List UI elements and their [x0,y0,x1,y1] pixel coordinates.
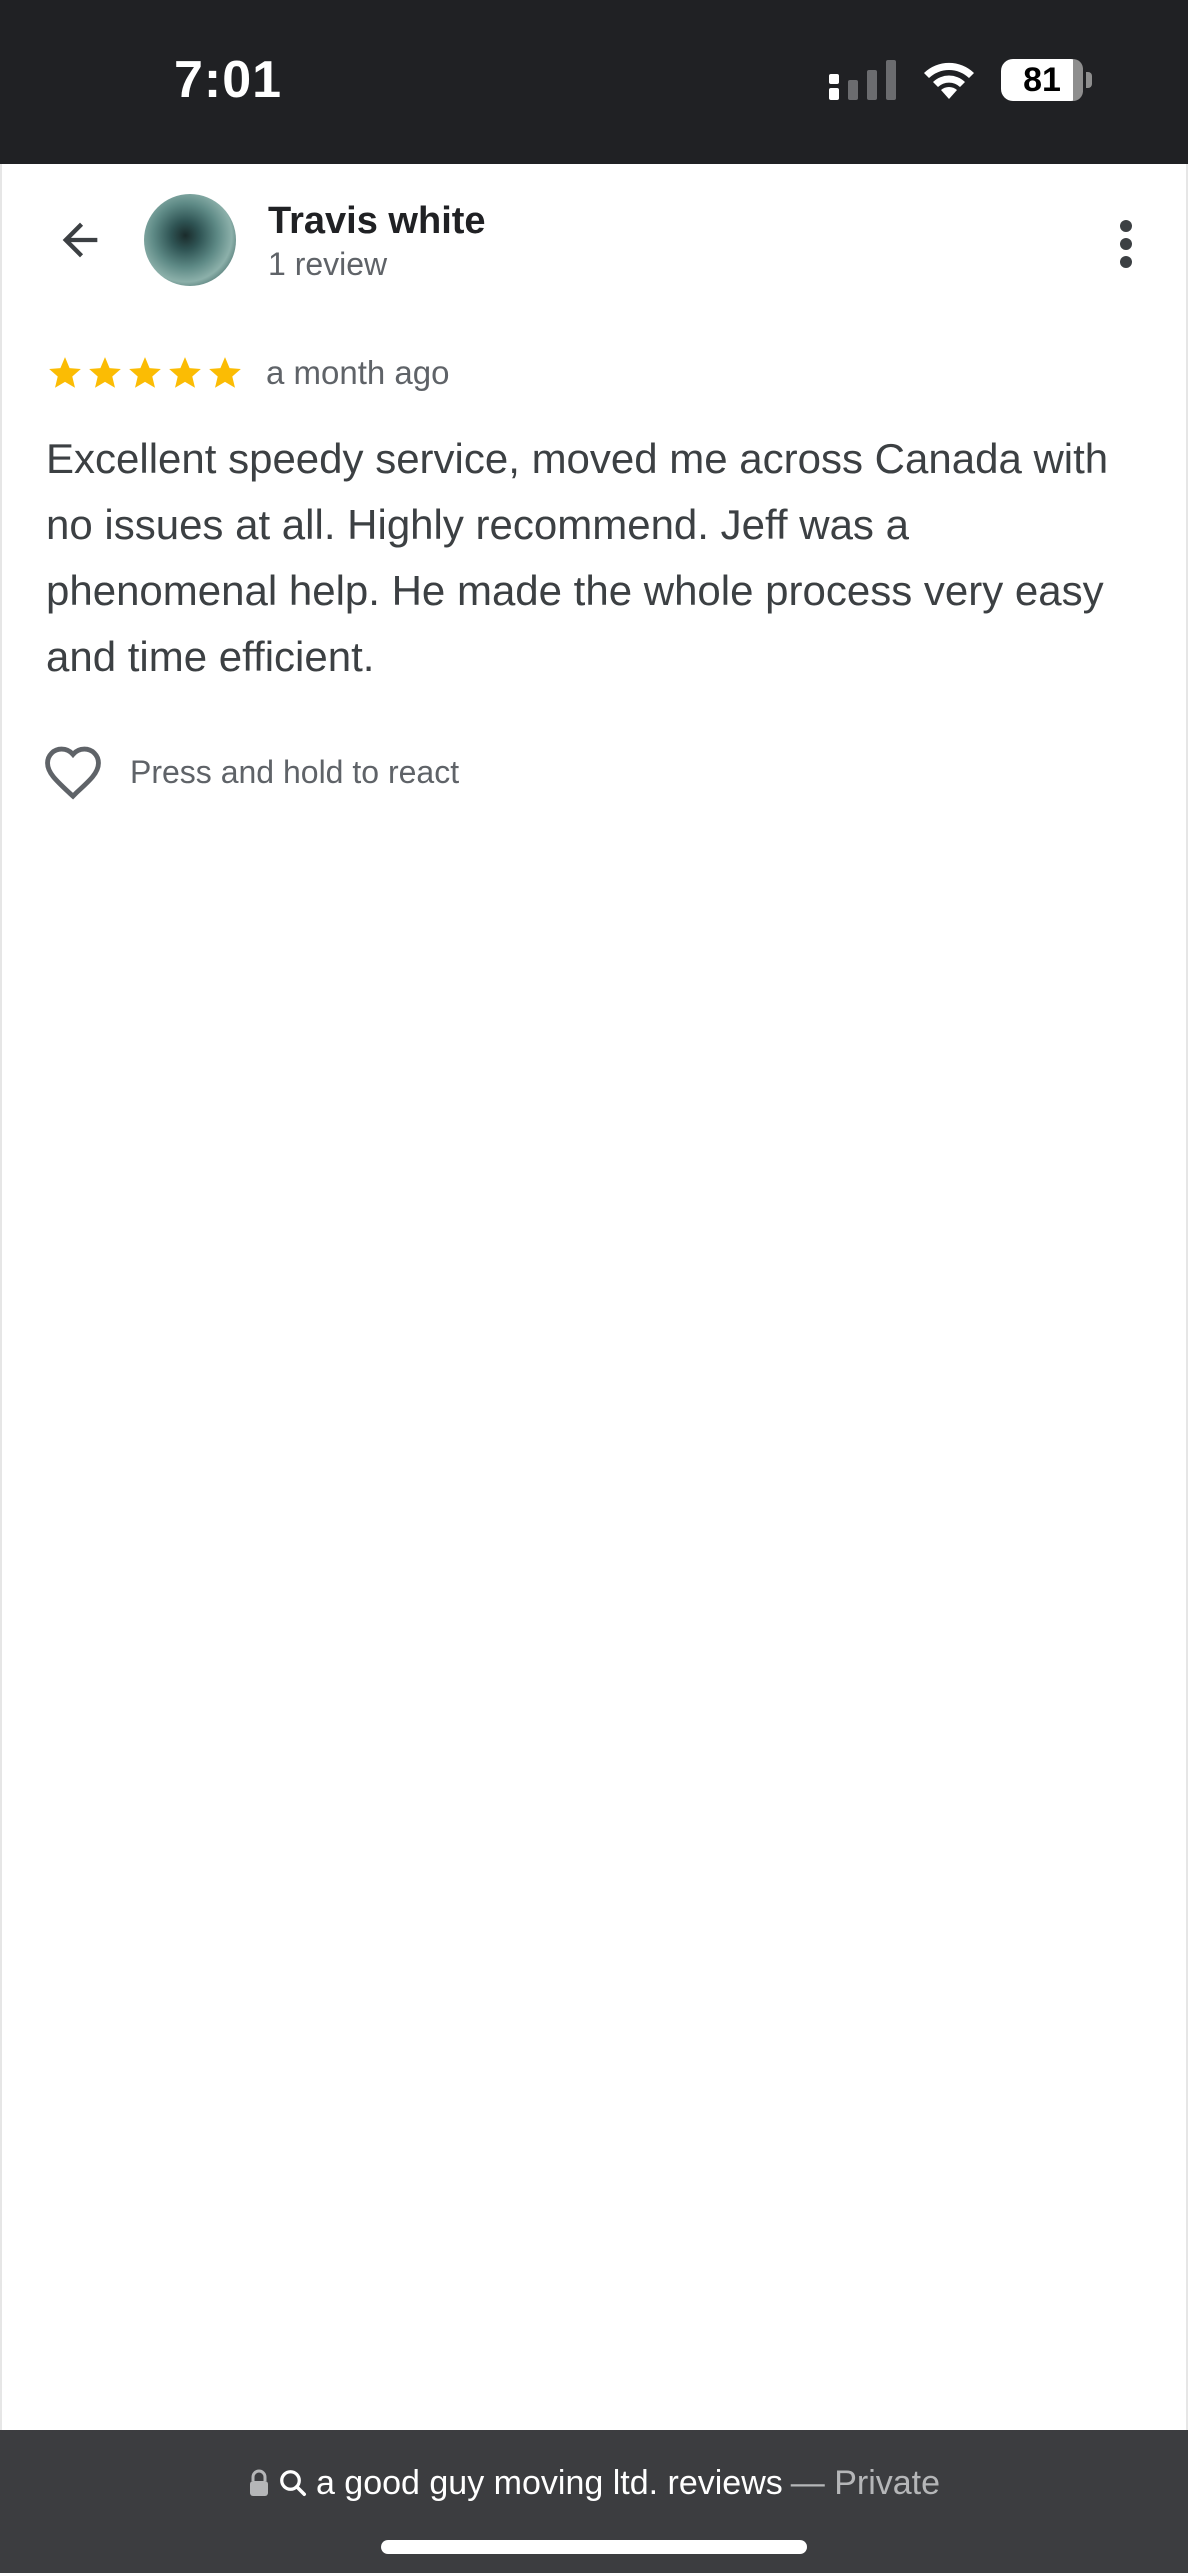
wifi-icon [924,62,974,99]
heart-icon [45,746,101,800]
more-vertical-icon [1120,220,1132,268]
star-icon [129,357,161,388]
more-options-button[interactable] [1096,204,1156,284]
url-query: a good guy moving ltd. reviews [315,2463,783,2502]
star-icon [49,357,81,388]
review-time: a month ago [266,354,450,391]
review-page: Travis white 1 review a month ago Excell… [0,164,1188,2430]
browser-bottom-bar: a good guy moving ltd. reviews — Private [0,2430,1188,2573]
url-bar[interactable]: a good guy moving ltd. reviews — Private [0,2430,1188,2536]
star-icon [169,357,201,388]
review-text: Excellent speedy service, moved me acros… [46,435,1109,680]
status-icons: 81 [829,58,1092,102]
react-label: Press and hold to react [130,753,460,790]
react-button[interactable]: Press and hold to react [42,744,459,800]
private-label: — Private [790,2463,941,2502]
star-icon [89,357,121,388]
battery-level: 81 [1023,60,1061,99]
status-time: 7:01 [174,51,283,109]
back-button[interactable] [40,200,120,280]
reviewer-name[interactable]: Travis white [268,200,486,243]
cellular-signal-icon [829,60,896,100]
avatar[interactable] [144,194,236,286]
back-arrow-icon [62,222,98,258]
review-header: Travis white 1 review [2,164,1186,314]
home-indicator[interactable] [381,2540,807,2554]
battery-icon: 81 [1001,59,1092,101]
star-icon [209,357,241,388]
reviewer-review-count: 1 review [268,246,388,282]
lock-icon [249,2469,268,2496]
search-icon [280,2470,306,2496]
status-bar: 7:01 81 [0,0,1188,164]
rating-row: a month ago [46,348,449,398]
star-rating [46,354,244,392]
